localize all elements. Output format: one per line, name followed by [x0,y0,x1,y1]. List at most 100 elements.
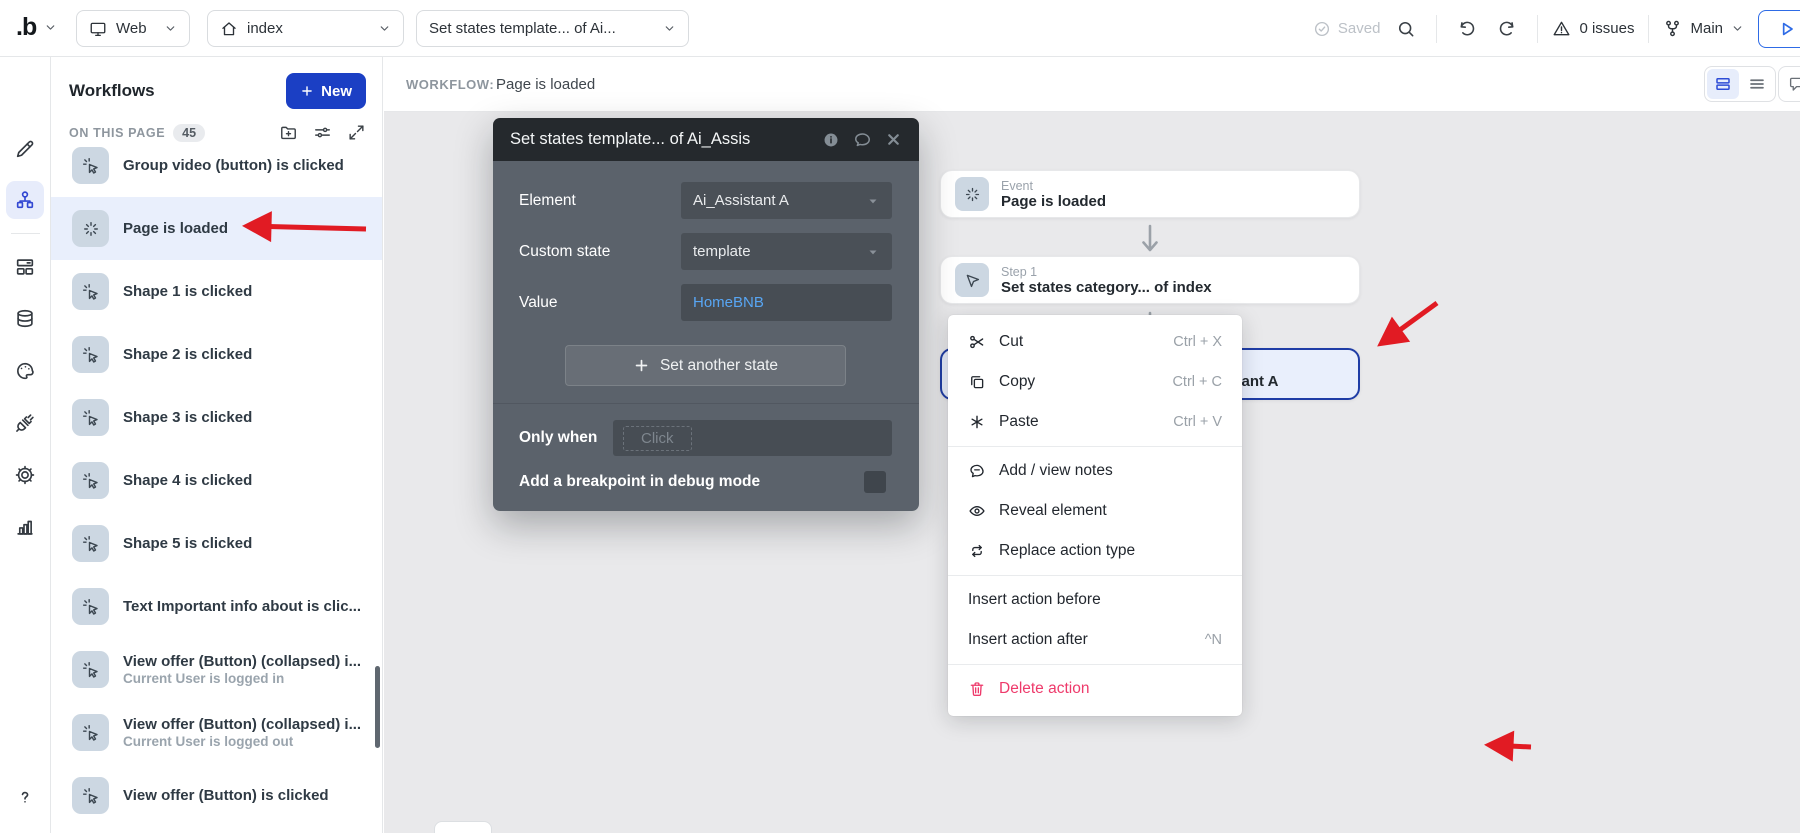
close-icon[interactable] [885,131,902,148]
menu-item-delete-action[interactable]: Delete action [948,669,1242,709]
event-node[interactable]: Event Page is loaded [940,170,1360,218]
toolbar-divider [1537,15,1538,43]
info-button[interactable] [822,131,840,149]
branch-label: Main [1690,20,1723,37]
menu-item-label: Insert action before [968,591,1101,609]
panel-title: Workflows [69,81,155,101]
redo-button[interactable] [1491,13,1523,45]
menu-divider [948,446,1242,447]
rail-item-data[interactable] [6,300,44,338]
workflow-item-label: Text Important info about is clic... [123,598,361,615]
menu-item-insert-action-before[interactable]: Insert action before [948,580,1242,620]
breakpoint-checkbox[interactable] [864,471,886,493]
workflow-list-item[interactable]: Shape 1 is clicked [51,260,382,323]
play-icon [1777,19,1797,39]
workflow-list-item[interactable]: Shape 2 is clicked [51,323,382,386]
preview-run-button[interactable] [1758,10,1800,48]
menu-item-insert-action-after[interactable]: Insert action after ^N [948,620,1242,660]
menu-item-copy[interactable]: Copy Ctrl + C [948,362,1242,402]
workflow-list-item-selected[interactable]: Page is loaded [51,197,382,260]
workflow-item-label: View offer (Button) (collapsed) i... [123,653,361,670]
menu-item-replace-action-type[interactable]: Replace action type [948,531,1242,571]
view-mode-cards-button[interactable] [1707,69,1739,99]
set-another-state-button[interactable]: Set another state [565,345,846,386]
element-value: Ai_Assistant A [693,192,789,209]
toolbar-divider [1436,15,1437,43]
menu-item-add-notes[interactable]: Add / view notes [948,451,1242,491]
comment-button[interactable] [853,130,872,149]
workflow-list-item[interactable]: Shape 3 is clicked [51,386,382,449]
node-title: Page is loaded [1001,193,1106,210]
rail-item-help[interactable] [6,778,44,816]
bubble-logo: .b [16,13,36,42]
rail-item-design[interactable] [6,130,44,168]
canvas-extra-button[interactable] [1778,66,1800,102]
new-workflow-button[interactable]: New [286,73,366,109]
menu-item-label: Paste [999,413,1039,431]
workflow-list-item[interactable]: Shape 4 is clicked [51,449,382,512]
platform-selector[interactable]: Web [76,10,190,47]
custom-state-label: Custom state [519,243,681,261]
element-dropdown[interactable]: Ai_Assistant A [681,182,892,219]
workflow-list-item[interactable]: Group video (button) is clicked [51,134,382,197]
step1-node[interactable]: Step 1 Set states category... of index [940,256,1360,304]
custom-state-dropdown[interactable]: template [681,233,892,270]
page-loaded-icon [72,210,109,247]
bubble-logo-menu[interactable]: .b [16,13,57,42]
click-event-icon [72,399,109,436]
rail-item-styles[interactable] [6,352,44,390]
new-workflow-label: New [321,83,352,100]
workflow-item-label: Shape 5 is clicked [123,535,252,552]
workflow-item-condition: Current User is logged out [123,734,361,749]
left-icon-rail [0,57,51,833]
rail-item-plugins[interactable] [6,404,44,442]
workflow-name: Page is loaded [496,76,595,93]
page-selector[interactable]: index [207,10,404,47]
node-kind-label: Event [1001,179,1106,193]
undo-icon [1457,19,1477,39]
rail-item-logs[interactable] [6,508,44,546]
paste-asterisk-icon [968,413,986,431]
branch-selector[interactable]: Main [1663,19,1744,38]
saved-label: Saved [1338,20,1381,37]
git-branch-icon [1663,19,1682,38]
workflow-item-condition: Current User is logged in [123,671,361,686]
cursor-action-icon [955,263,989,297]
workflow-label: WORKFLOW: [406,77,494,92]
palette-icon [14,360,36,382]
workflow-list-item[interactable]: View offer (Button) is clicked [51,764,382,827]
workflow-selector[interactable]: Set states template... of Ai... [416,10,689,47]
menu-divider [948,664,1242,665]
workflow-list-item[interactable]: Shape 5 is clicked [51,512,382,575]
bar-chart-icon [14,516,36,538]
platform-selector-label: Web [116,20,155,37]
menu-divider [948,575,1242,576]
menu-item-cut[interactable]: Cut Ctrl + X [948,322,1242,362]
canvas-bottom-control[interactable] [434,821,492,833]
modal-divider [493,403,919,404]
workflow-list-item[interactable]: View offer (Button) (collapsed) i... Cur… [51,638,382,701]
workflow-list-item[interactable]: Text Important info about is clic... [51,575,382,638]
value-expression-field[interactable]: HomeBNB [681,284,892,321]
saved-status: Saved [1313,20,1381,38]
workflow-list-item[interactable]: View offer (Button) (collapsed) i... Cur… [51,701,382,764]
click-event-icon [72,336,109,373]
click-event-icon [72,651,109,688]
rail-item-settings[interactable] [6,456,44,494]
issues-indicator[interactable]: 0 issues [1552,19,1634,38]
only-when-placeholder[interactable]: Click [623,426,692,451]
menu-item-reveal-element[interactable]: Reveal element [948,491,1242,531]
click-event-icon [72,273,109,310]
view-mode-list-button[interactable] [1741,69,1773,99]
undo-button[interactable] [1451,13,1483,45]
only-when-input[interactable]: Click [613,420,892,456]
sitemap-icon [14,189,36,211]
rail-item-reusables[interactable] [6,248,44,286]
click-event-icon [72,714,109,751]
modal-header[interactable]: Set states template... of Ai_Assis [493,118,919,161]
search-button[interactable] [1390,13,1422,45]
workflow-item-label: View offer (Button) (collapsed) i... [123,716,361,733]
rail-item-workflows[interactable] [6,181,44,219]
menu-item-paste[interactable]: Paste Ctrl + V [948,402,1242,442]
workflows-scrollbar[interactable] [375,666,380,748]
